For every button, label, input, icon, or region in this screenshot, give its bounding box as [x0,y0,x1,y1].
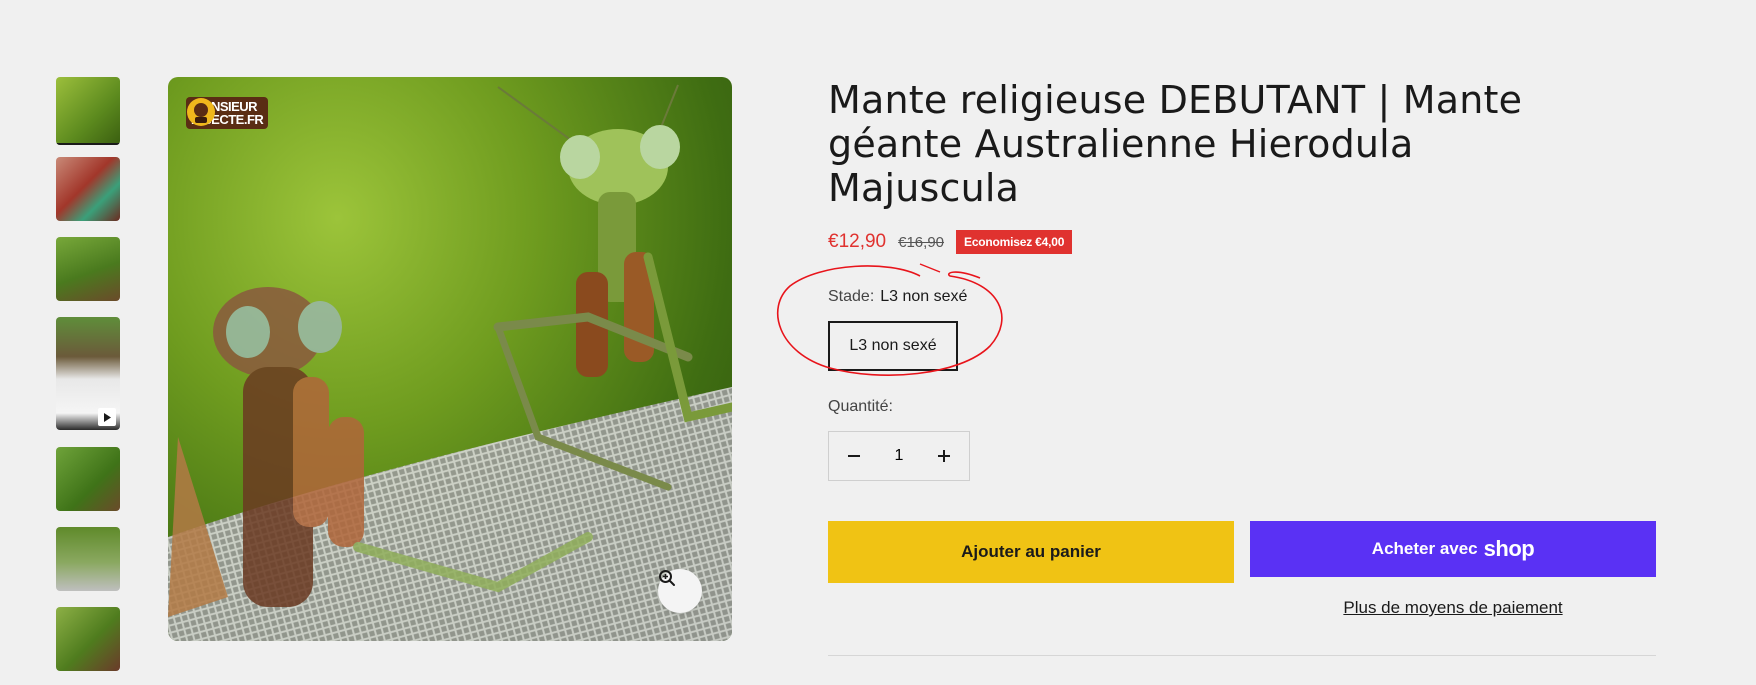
thumbnail-3[interactable] [56,237,120,301]
shop-pay-button[interactable]: Acheter avec shop [1250,521,1656,577]
sale-price: €12,90 [828,231,887,252]
price-row: €12,90 €16,90 Economisez €4,00 [828,230,1656,254]
quantity-input[interactable] [877,446,921,466]
plus-icon[interactable] [931,443,957,469]
bee-logo-icon [187,98,215,126]
quantity-label: Quantité: [828,398,893,415]
thumbnail-5[interactable] [56,447,120,511]
thumbnail-6[interactable] [56,527,120,591]
divider [828,655,1656,656]
play-icon [98,408,116,426]
annotation-circle [776,263,1003,376]
minus-icon[interactable] [841,443,867,469]
shop-pay-label: Acheter avec [1371,539,1478,558]
zoom-button[interactable] [658,569,702,613]
thumbnail-2[interactable] [56,157,120,221]
shop-wordmark: shop [1483,536,1535,561]
main-product-image[interactable]: MONSIEUR INSECTE.FR [168,77,732,641]
thumbnail-4-video[interactable] [56,317,120,430]
product-info: Mante religieuse DEBUTANT | Mante géante… [828,78,1656,656]
add-to-cart-button[interactable]: Ajouter au panier [828,521,1234,583]
zoom-in-icon [659,570,675,586]
mantis-illustration [168,84,732,641]
more-payment-link[interactable]: Plus de moyens de paiement [1250,598,1656,618]
product-title: Mante religieuse DEBUTANT | Mante géante… [828,78,1523,210]
brand-logo: MONSIEUR INSECTE.FR [186,97,269,129]
discount-badge: Economisez €4,00 [956,230,1073,254]
thumbnail-1[interactable] [56,77,120,145]
thumbnail-7[interactable] [56,607,120,671]
quantity-stepper [828,431,970,481]
compare-price: €16,90 [898,233,945,251]
